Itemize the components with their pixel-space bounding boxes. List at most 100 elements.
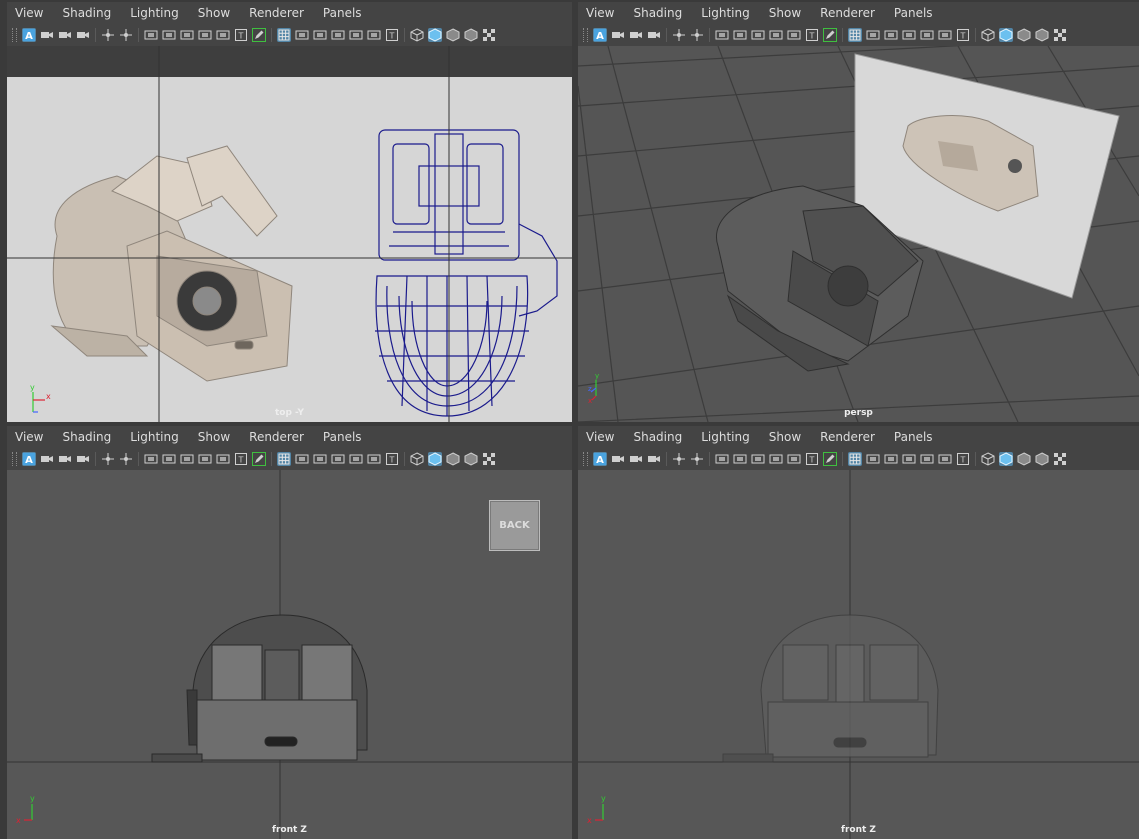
checker-icon[interactable]	[482, 452, 496, 466]
menu-shading[interactable]: Shading	[62, 430, 111, 444]
checker-icon[interactable]	[1053, 452, 1067, 466]
select-camera-icon[interactable]: A	[593, 28, 607, 42]
camera-attr-icon[interactable]	[40, 452, 54, 466]
viewport-canvas[interactable]: y x front Z	[578, 470, 1139, 839]
gate-mask-icon[interactable]	[751, 28, 765, 42]
twod-pan-icon[interactable]	[101, 452, 115, 466]
resolution-gate-icon[interactable]	[162, 28, 176, 42]
film-gate-icon[interactable]	[144, 28, 158, 42]
gate-mask-toggle-icon[interactable]	[331, 452, 345, 466]
safe-title-icon[interactable]: T	[234, 452, 248, 466]
menu-show[interactable]: Show	[198, 430, 230, 444]
wireframe-icon[interactable]	[410, 28, 424, 42]
image-plane-icon[interactable]	[647, 452, 661, 466]
select-camera-icon[interactable]: A	[593, 452, 607, 466]
resolution-gate-toggle-icon[interactable]	[884, 28, 898, 42]
bookmark-icon[interactable]	[629, 452, 643, 466]
xray-icon[interactable]	[464, 452, 478, 466]
viewport-canvas[interactable]: y x BACK front Z	[7, 470, 572, 839]
grease-pencil-icon[interactable]	[119, 28, 133, 42]
safe-title-icon[interactable]: T	[234, 28, 248, 42]
grid-icon[interactable]	[277, 28, 291, 42]
safe-title-toggle-icon[interactable]: T	[385, 28, 399, 42]
wireframe-icon[interactable]	[981, 452, 995, 466]
menu-shading[interactable]: Shading	[633, 430, 682, 444]
wireframe-on-shaded-icon[interactable]	[1017, 28, 1031, 42]
safe-action-toggle-icon[interactable]	[938, 452, 952, 466]
pencil-icon[interactable]	[252, 452, 266, 466]
smooth-shade-icon[interactable]	[428, 452, 442, 466]
menu-lighting[interactable]: Lighting	[130, 430, 179, 444]
toolbar-grip[interactable]	[583, 452, 588, 466]
safe-title-icon[interactable]: T	[805, 28, 819, 42]
menu-panels[interactable]: Panels	[323, 430, 362, 444]
gate-mask-toggle-icon[interactable]	[902, 28, 916, 42]
checker-icon[interactable]	[482, 28, 496, 42]
menu-view[interactable]: View	[586, 6, 614, 20]
menu-view[interactable]: View	[586, 430, 614, 444]
camera-attr-icon[interactable]	[611, 452, 625, 466]
menu-shading[interactable]: Shading	[633, 6, 682, 20]
film-gate-toggle-icon[interactable]	[295, 452, 309, 466]
smooth-shade-icon[interactable]	[999, 28, 1013, 42]
grid-icon[interactable]	[277, 452, 291, 466]
resolution-gate-icon[interactable]	[733, 28, 747, 42]
viewport-canvas[interactable]: y x top -Y	[7, 46, 572, 422]
field-chart-toggle-icon[interactable]	[349, 452, 363, 466]
menu-view[interactable]: View	[15, 430, 43, 444]
menu-lighting[interactable]: Lighting	[130, 6, 179, 20]
wireframe-icon[interactable]	[410, 452, 424, 466]
film-gate-toggle-icon[interactable]	[866, 28, 880, 42]
field-chart-icon[interactable]	[198, 452, 212, 466]
menu-renderer[interactable]: Renderer	[249, 430, 304, 444]
image-plane-icon[interactable]	[76, 452, 90, 466]
wireframe-icon[interactable]	[981, 28, 995, 42]
pencil-icon[interactable]	[252, 28, 266, 42]
image-plane-icon[interactable]	[76, 28, 90, 42]
select-camera-icon[interactable]: A	[22, 28, 36, 42]
safe-action-toggle-icon[interactable]	[367, 28, 381, 42]
bookmark-icon[interactable]	[58, 28, 72, 42]
grease-pencil-icon[interactable]	[690, 452, 704, 466]
gate-mask-toggle-icon[interactable]	[331, 28, 345, 42]
resolution-gate-toggle-icon[interactable]	[313, 28, 327, 42]
grease-pencil-icon[interactable]	[690, 28, 704, 42]
safe-action-icon[interactable]	[787, 28, 801, 42]
gate-mask-icon[interactable]	[751, 452, 765, 466]
pencil-icon[interactable]	[823, 28, 837, 42]
camera-attr-icon[interactable]	[40, 28, 54, 42]
safe-action-toggle-icon[interactable]	[367, 452, 381, 466]
menu-shading[interactable]: Shading	[62, 6, 111, 20]
menu-renderer[interactable]: Renderer	[820, 430, 875, 444]
field-chart-icon[interactable]	[769, 28, 783, 42]
film-gate-icon[interactable]	[715, 452, 729, 466]
menu-show[interactable]: Show	[769, 6, 801, 20]
film-gate-icon[interactable]	[715, 28, 729, 42]
safe-title-toggle-icon[interactable]: T	[956, 452, 970, 466]
safe-title-toggle-icon[interactable]: T	[956, 28, 970, 42]
gate-mask-toggle-icon[interactable]	[902, 452, 916, 466]
toolbar-grip[interactable]	[583, 28, 588, 42]
field-chart-icon[interactable]	[769, 452, 783, 466]
resolution-gate-toggle-icon[interactable]	[884, 452, 898, 466]
menu-panels[interactable]: Panels	[894, 430, 933, 444]
resolution-gate-toggle-icon[interactable]	[313, 452, 327, 466]
menu-renderer[interactable]: Renderer	[249, 6, 304, 20]
grid-icon[interactable]	[848, 28, 862, 42]
select-camera-icon[interactable]: A	[22, 452, 36, 466]
bookmark-icon[interactable]	[629, 28, 643, 42]
menu-view[interactable]: View	[15, 6, 43, 20]
viewport-canvas[interactable]: z x y persp	[578, 46, 1139, 422]
xray-icon[interactable]	[464, 28, 478, 42]
xray-icon[interactable]	[1035, 452, 1049, 466]
safe-action-icon[interactable]	[787, 452, 801, 466]
menu-lighting[interactable]: Lighting	[701, 6, 750, 20]
toolbar-grip[interactable]	[12, 28, 17, 42]
twod-pan-icon[interactable]	[672, 28, 686, 42]
menu-renderer[interactable]: Renderer	[820, 6, 875, 20]
image-plane-icon[interactable]	[647, 28, 661, 42]
checker-icon[interactable]	[1053, 28, 1067, 42]
field-chart-icon[interactable]	[198, 28, 212, 42]
wireframe-on-shaded-icon[interactable]	[446, 452, 460, 466]
menu-panels[interactable]: Panels	[894, 6, 933, 20]
